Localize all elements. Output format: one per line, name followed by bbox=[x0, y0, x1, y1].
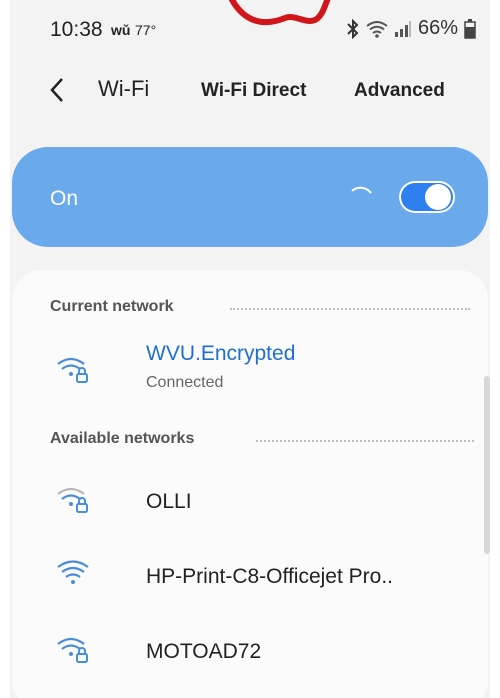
network-row-hp-print[interactable]: HP-Print-C8-Officejet Pro.. bbox=[12, 545, 488, 605]
temperature-text: 77° bbox=[135, 22, 157, 38]
weather-icon: wǔ bbox=[111, 22, 131, 38]
network-name: MOTOAD72 bbox=[146, 640, 262, 663]
network-row-olli[interactable]: OLLI bbox=[12, 470, 488, 530]
page-title: Wi-Fi bbox=[98, 76, 150, 101]
header: Wi-Fi Wi-Fi Direct Advanced bbox=[10, 70, 490, 110]
wifi-toggle[interactable] bbox=[399, 181, 455, 213]
phone-screen: 10:38 wǔ 77° 66% Wi-Fi Wi-Fi Direct Adva… bbox=[10, 0, 490, 698]
wifi-direct-button[interactable]: Wi-Fi Direct bbox=[201, 80, 306, 102]
status-bar: 10:38 wǔ 77° 66% bbox=[10, 0, 490, 62]
network-name: HP-Print-C8-Officejet Pro.. bbox=[146, 565, 394, 588]
wifi-open-icon bbox=[57, 560, 89, 584]
wifi-signal-icon bbox=[366, 20, 388, 38]
back-arrow-icon[interactable] bbox=[48, 76, 66, 104]
network-row-motoad72[interactable]: MOTOAD72 bbox=[12, 620, 488, 680]
battery-icon bbox=[464, 18, 476, 39]
scrollbar[interactable] bbox=[484, 376, 490, 554]
advanced-button[interactable]: Advanced bbox=[354, 80, 445, 102]
current-network-row[interactable]: WVU.Encrypted Connected bbox=[12, 340, 488, 404]
section-divider bbox=[230, 308, 470, 310]
bluetooth-icon bbox=[347, 18, 359, 39]
scanning-spinner-icon bbox=[346, 186, 372, 210]
toggle-knob bbox=[425, 184, 451, 210]
cell-signal-icon bbox=[394, 20, 411, 37]
available-networks-header: Available networks bbox=[50, 430, 195, 447]
wifi-secured-icon bbox=[57, 637, 88, 663]
battery-percent: 66% bbox=[417, 17, 458, 39]
network-name: OLLI bbox=[146, 490, 192, 513]
wifi-master-switch-card[interactable]: On bbox=[12, 147, 488, 247]
current-network-header: Current network bbox=[50, 298, 174, 315]
section-divider bbox=[256, 440, 474, 442]
network-list: Current network WVU.Encrypted Connected … bbox=[12, 270, 488, 698]
current-network-name: WVU.Encrypted bbox=[146, 342, 296, 365]
wifi-secured-icon bbox=[57, 357, 88, 383]
status-icons: 66% bbox=[346, 17, 476, 40]
status-time: 10:38 bbox=[50, 18, 103, 41]
current-network-status: Connected bbox=[146, 374, 224, 391]
wifi-weak-secured-icon bbox=[57, 487, 88, 513]
wifi-on-label: On bbox=[50, 187, 79, 210]
